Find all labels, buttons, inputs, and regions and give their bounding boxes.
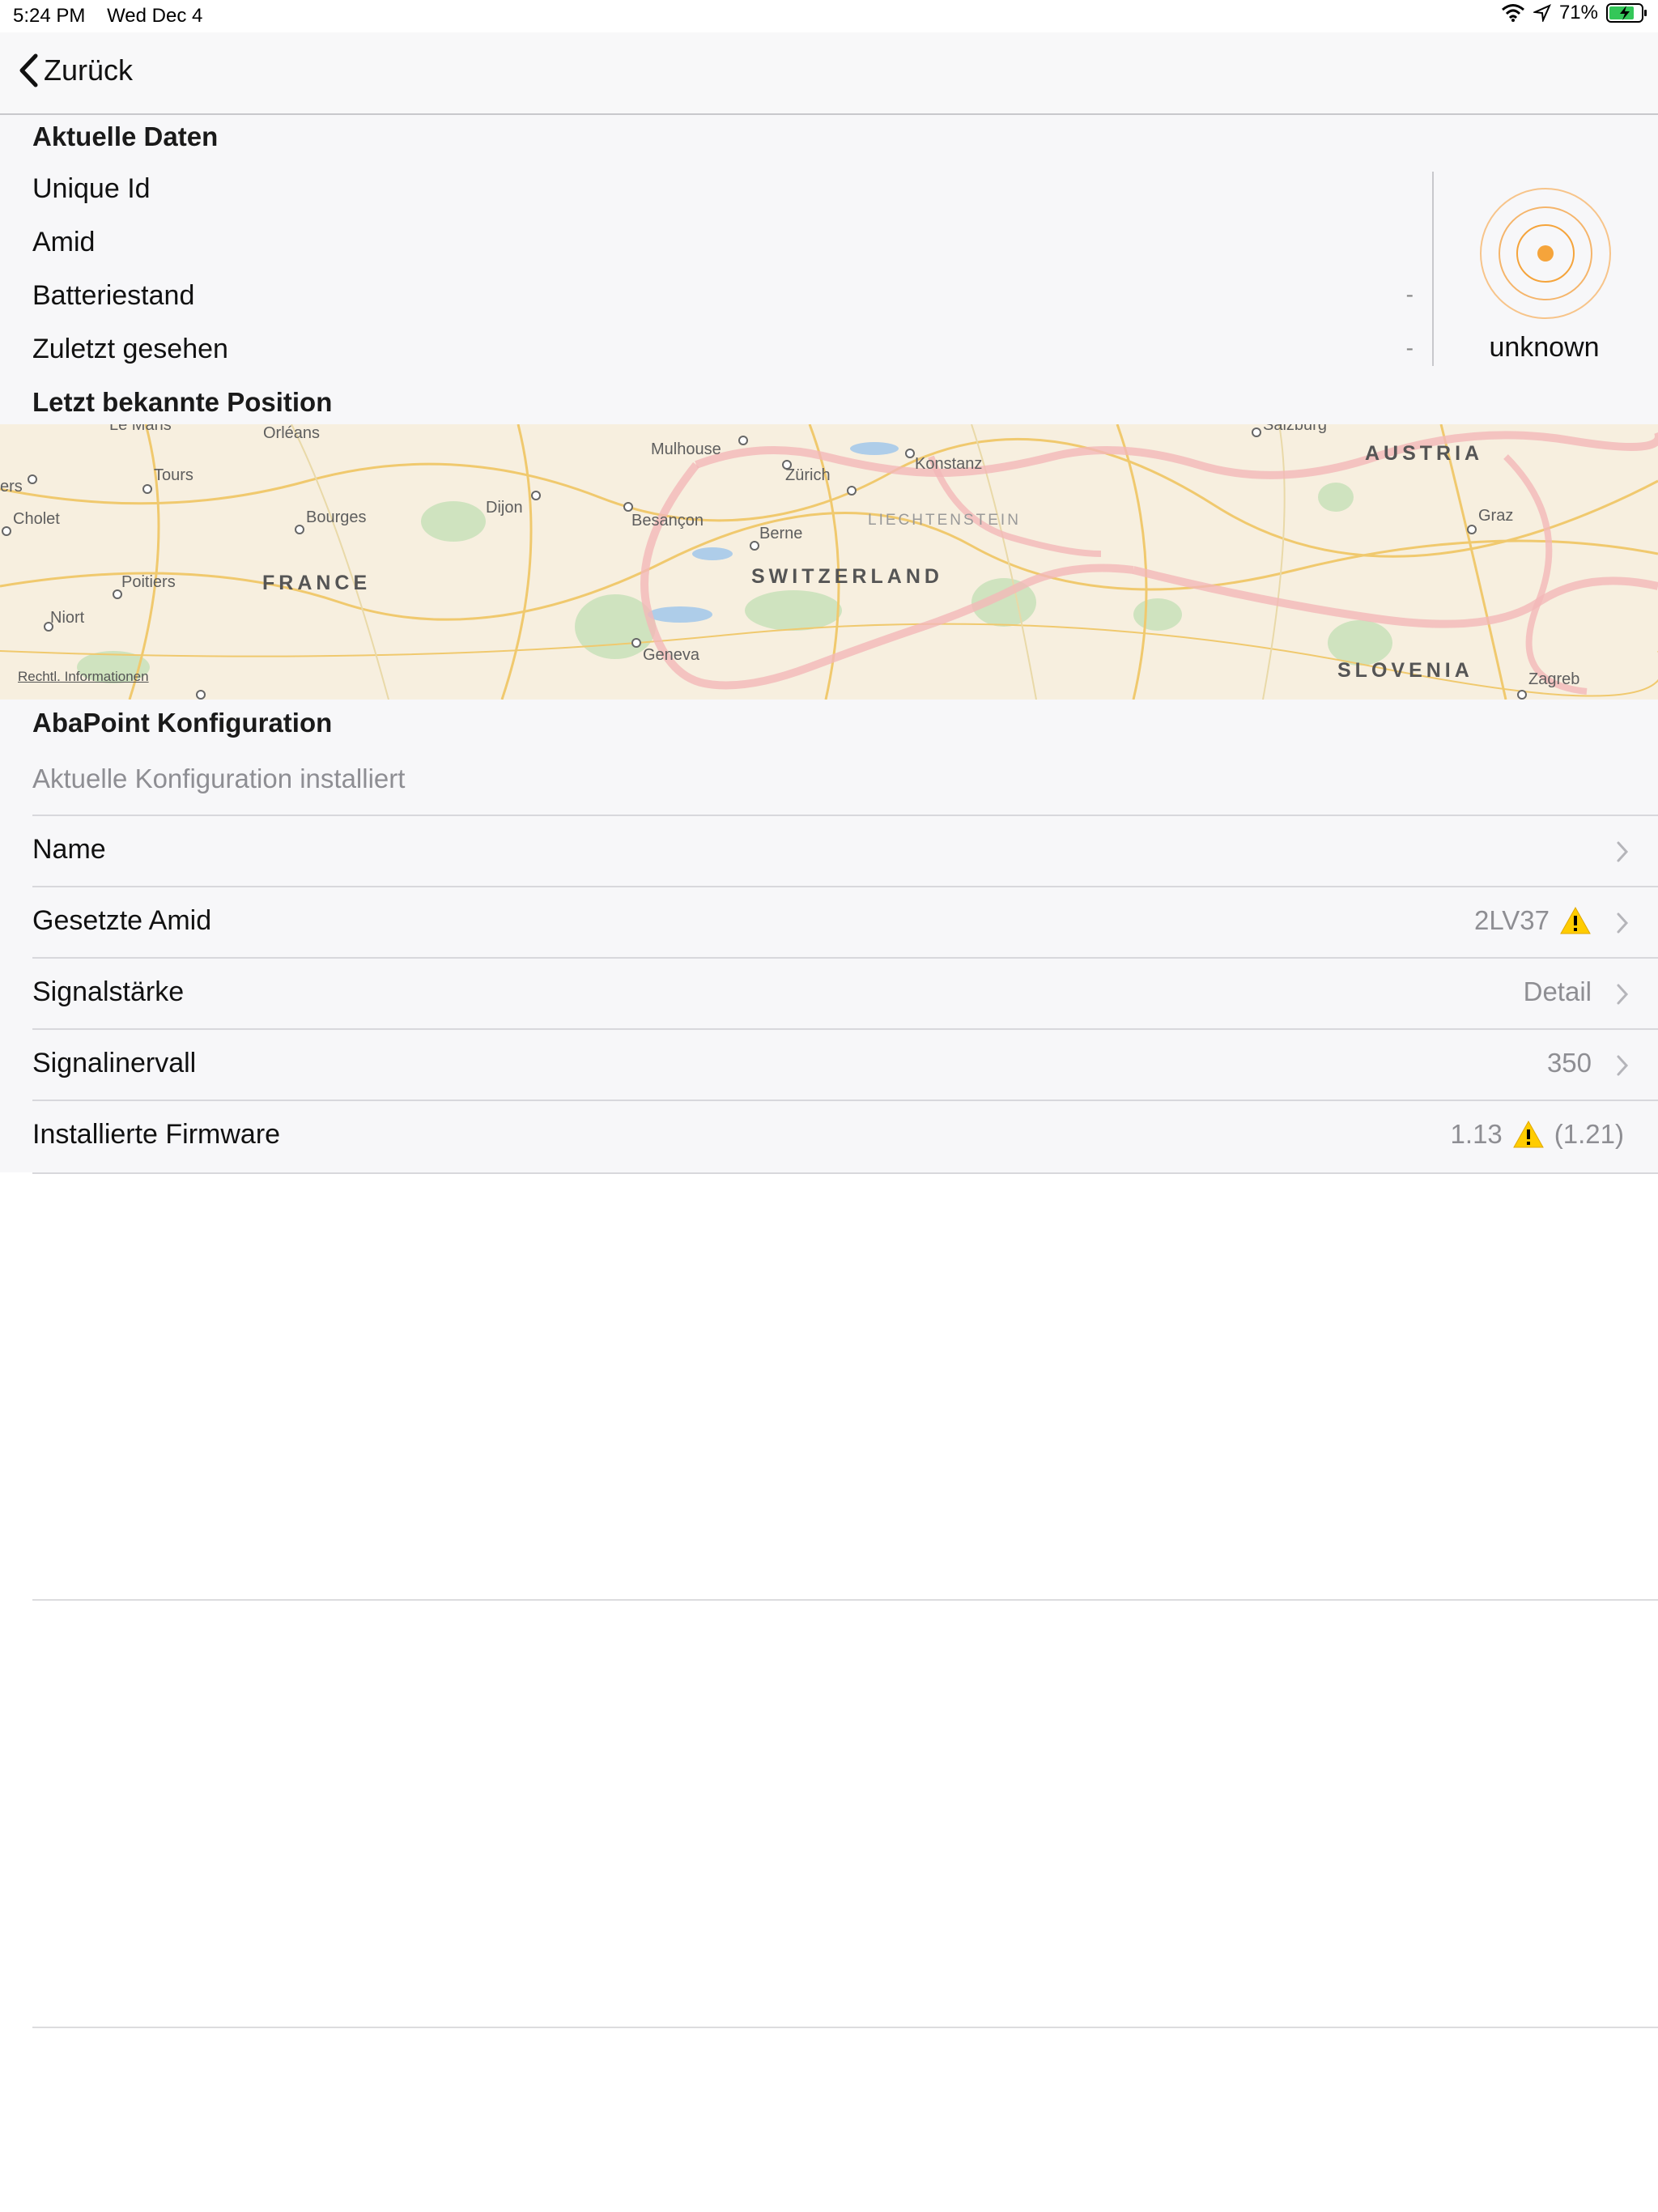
map-label-konstanz: Konstanz [915,455,983,473]
map-label-tours: Tours [154,466,193,484]
map-label-mulhouse: Mulhouse [651,440,721,458]
chevron-right-icon [1617,1055,1629,1076]
vertical-divider [1432,172,1434,366]
config-header: AbaPoint Konfiguration [32,708,333,738]
last-seen-label: Zuletzt gesehen [32,334,228,364]
map-country-france: FRANCE [262,572,372,594]
map-label-ers: ers [0,478,23,496]
battery-level-label: Batteriestand [32,280,195,311]
config-amid-value: 2LV37 [1474,905,1550,935]
last-seen-value: - [1405,335,1414,360]
chevron-right-icon [1617,841,1629,862]
battery-level-value: - [1405,282,1414,307]
config-row-name[interactable]: Name [32,815,1658,887]
status-bar: 5:24 PM Wed Dec 4 71% [0,0,1658,32]
config-signal-strength-value: Detail [1523,976,1592,1006]
map-label-zurich: Zürich [785,466,831,484]
map-label-berne: Berne [759,525,803,542]
config-row-amid[interactable]: Gesetzte Amid 2LV37 [32,886,1658,959]
config-firmware-value-group: 1.13 (1.21) [1451,1119,1624,1150]
unique-id-label: Unique Id [32,173,151,204]
config-firmware-latest: (1.21) [1554,1119,1624,1149]
status-date: Wed Dec 4 [107,5,203,27]
beacon-status: unknown [1489,332,1600,363]
back-button-label: Zurück [44,53,134,87]
back-button[interactable]: Zurück [18,53,133,87]
map-country-slovenia: SLOVENIA [1337,659,1473,682]
config-amid-label: Gesetzte Amid [32,905,212,936]
map-label-bourges: Bourges [306,508,367,526]
config-name-label: Name [32,834,106,865]
map-legal-link[interactable]: Rechtl. Informationen [18,669,149,685]
map-label-geneva: Geneva [643,646,700,664]
map-background [0,424,1658,700]
map-label-besancon: Besançon [631,512,704,530]
beacon-signal-icon [1480,188,1611,319]
chevron-left-icon [19,53,38,87]
config-signal-interval-value: 350 [1546,1048,1592,1078]
battery-percent: 71% [1558,2,1598,23]
empty-row-separator [32,2027,1658,2028]
map-view[interactable]: Le Mans Orléans Tours ers Cholet Bourges… [0,424,1658,700]
map-label-le-mans: Le Mans [109,424,172,434]
status-time: 5:24 PM [13,5,86,27]
config-signal-interval-label: Signalinervall [32,1048,197,1078]
chevron-right-icon [1617,984,1629,1005]
config-firmware-label: Installierte Firmware [32,1119,281,1150]
map-label-dijon: Dijon [486,499,523,517]
config-signal-strength-label: Signalstärke [32,976,185,1007]
map-label-zagreb: Zagreb [1528,670,1580,688]
config-row-firmware: Installierte Firmware 1.13 (1.21) [32,1100,1658,1174]
map-country-austria: AUSTRIA [1365,442,1484,465]
map-label-cholet: Cholet [13,510,60,528]
wifi-icon [1501,4,1524,22]
config-amid-value-group: 2LV37 [1474,905,1592,936]
config-row-signal-interval[interactable]: Signalinervall 350 [32,1028,1658,1101]
status-indicators: 71% [1501,2,1648,24]
empty-row-separator [32,1599,1658,1601]
chevron-right-icon [1617,912,1629,934]
map-label-niort: Niort [50,609,85,627]
config-row-signal-strength[interactable]: Signalstärke Detail [32,957,1658,1030]
config-subtitle: Aktuelle Konfiguration installiert [32,764,406,793]
location-arrow-icon [1533,4,1551,22]
current-data-header: Aktuelle Daten [32,121,219,151]
map-label-graz: Graz [1478,507,1514,525]
warning-icon [1512,1120,1544,1148]
map-country-liechtenstein: LIECHTENSTEIN [868,512,1021,529]
battery-charging-icon [1606,3,1647,23]
config-firmware-value: 1.13 [1450,1119,1503,1149]
status-time-date: 5:24 PM Wed Dec 4 [13,5,202,28]
last-position-header: Letzt bekannte Position [32,387,333,417]
map-label-poitiers: Poitiers [121,573,176,591]
map-country-switzerland: SWITZERLAND [751,565,943,588]
warning-icon [1560,906,1591,934]
map-label-salzburg: Salzburg [1263,424,1327,434]
navigation-bar: Zurück [0,32,1658,115]
map-label-orleans: Orléans [263,424,321,442]
amid-label: Amid [32,227,96,257]
